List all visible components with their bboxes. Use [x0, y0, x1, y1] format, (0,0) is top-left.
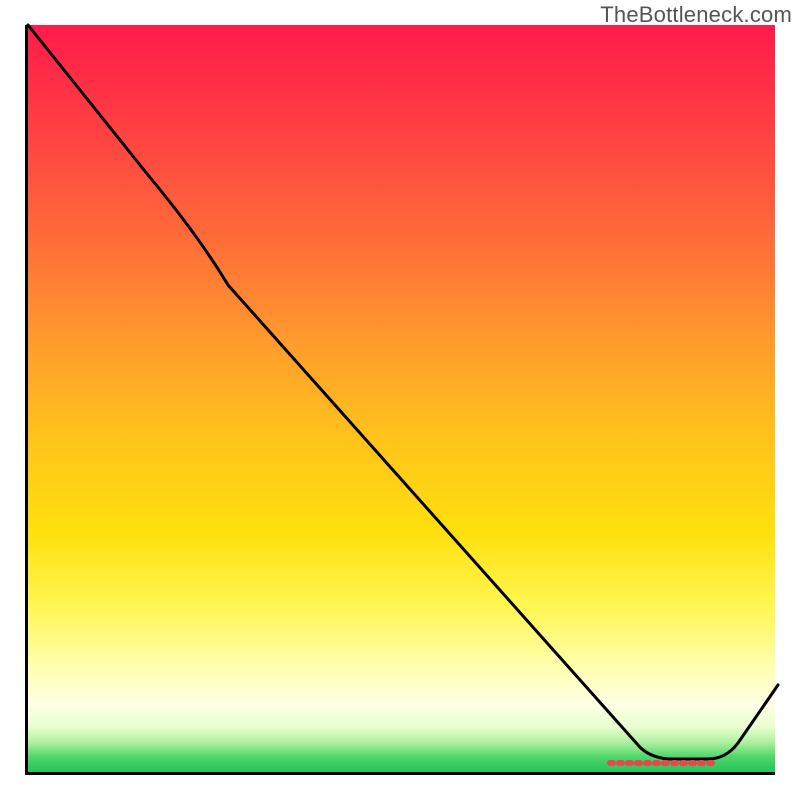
- plot-area: [25, 25, 775, 775]
- chart-svg: [28, 25, 778, 775]
- watermark-text: TheBottleneck.com: [600, 2, 792, 28]
- bottleneck-curve: [28, 25, 778, 759]
